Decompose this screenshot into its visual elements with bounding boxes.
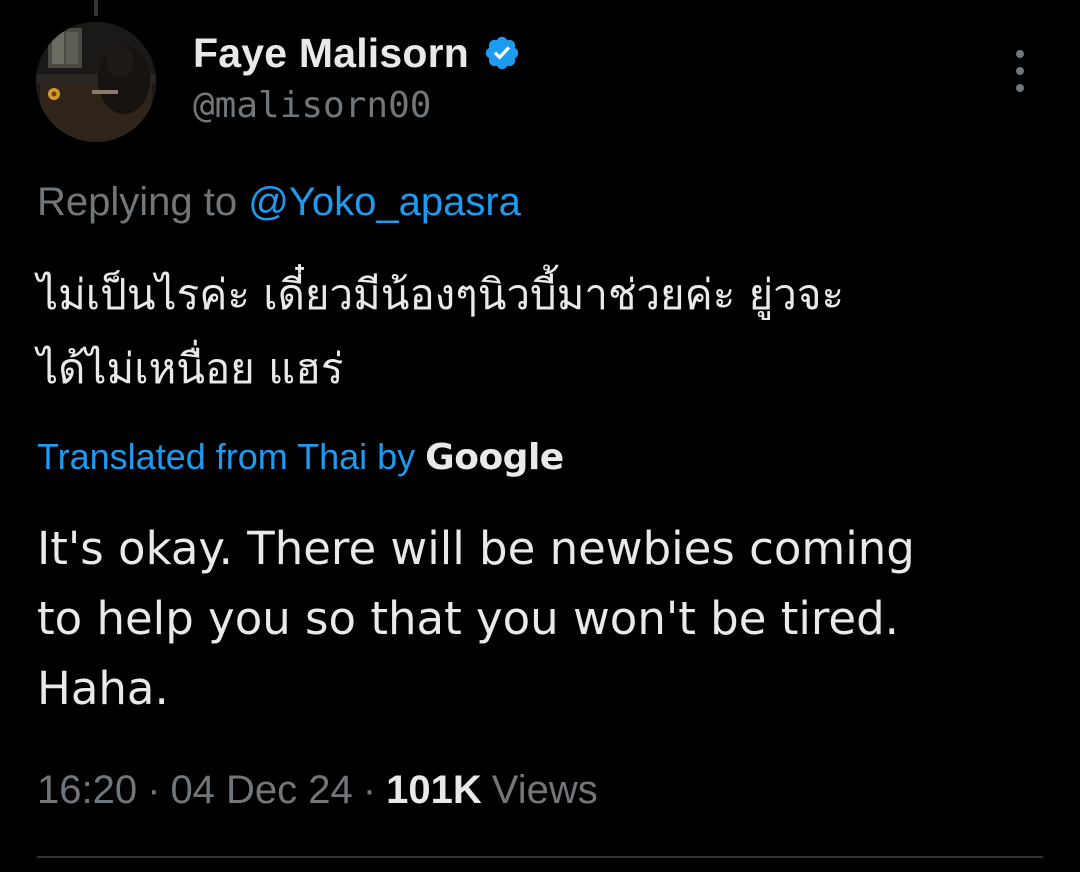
avatar[interactable]	[36, 22, 156, 142]
views-label: Views	[491, 768, 598, 812]
more-options-button[interactable]	[1004, 50, 1036, 92]
tweet-text-line: ได้ไม่เหนื่อย แฮร่	[37, 344, 344, 393]
more-vertical-icon	[1016, 50, 1024, 58]
tweet-text: ไม่เป็นไรค่ะ เดี๋ยวมีน้องๆนิวบี้มาช่วยค่…	[37, 258, 1037, 406]
translated-text-line: It's okay. There will be newbies coming	[37, 522, 915, 575]
avatar-photo	[36, 22, 156, 142]
replying-to-label: Replying to	[37, 180, 238, 224]
meta-separator: ·	[147, 768, 161, 812]
translation-attribution: Translated from Thai by Google	[37, 436, 564, 478]
reply-mention-link[interactable]: @Yoko_apasra	[248, 180, 521, 224]
tweet-metadata: 16:20 · 04 Dec 24 · 101K Views	[37, 768, 598, 813]
tweet-time[interactable]: 16:20	[37, 768, 137, 813]
translated-from-link[interactable]: Translated from Thai by	[37, 436, 415, 478]
views-count[interactable]: 101K	[386, 768, 482, 813]
translated-text-line: Haha.	[37, 662, 169, 715]
author-display-name[interactable]: Faye Malisorn	[193, 30, 469, 77]
tweet-text-line: ไม่เป็นไรค่ะ เดี๋ยวมีน้องๆนิวบี้มาช่วยค่…	[37, 270, 845, 319]
more-vertical-icon-dot	[1016, 84, 1024, 92]
thread-connector-line	[94, 0, 98, 16]
tweet-date[interactable]: 04 Dec 24	[170, 768, 352, 813]
translated-tweet-text: It's okay. There will be newbies coming …	[37, 514, 1037, 724]
more-vertical-icon-dot	[1016, 67, 1024, 75]
divider	[37, 856, 1043, 858]
meta-separator: ·	[362, 768, 377, 812]
author-handle[interactable]: @malisorn00	[193, 85, 431, 126]
translated-text-line: to help you so that you won't be tired.	[37, 592, 899, 645]
google-logo: Google	[425, 437, 564, 478]
author-name-row: Faye Malisorn	[193, 28, 521, 78]
replying-to-line: Replying to @Yoko_apasra	[37, 180, 521, 225]
verified-badge-icon	[483, 34, 521, 72]
